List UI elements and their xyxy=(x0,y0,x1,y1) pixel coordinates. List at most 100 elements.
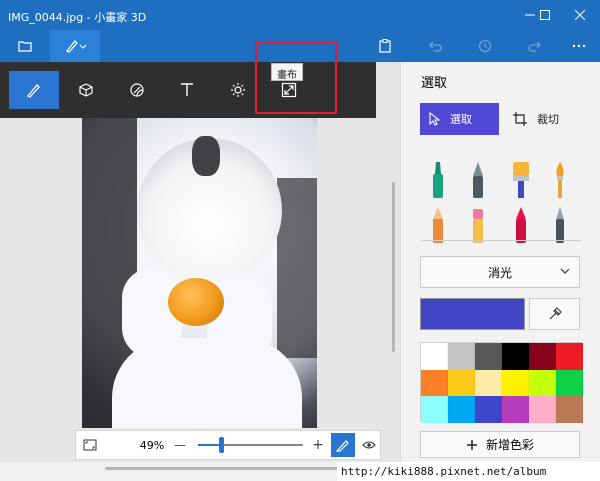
current-color-swatch[interactable] xyxy=(420,298,525,330)
redo-button[interactable] xyxy=(522,30,548,62)
crop-label: 裁切 xyxy=(537,113,559,126)
side-panel: 選取 選取 裁切 消光 新增色彩 xyxy=(400,62,600,481)
zoom-value: 49% xyxy=(139,438,165,452)
brush-icon xyxy=(65,40,86,53)
plus-icon xyxy=(466,439,477,450)
brushes-menu-button[interactable] xyxy=(50,30,100,62)
more-button[interactable] xyxy=(566,30,592,62)
tool-3d-shapes[interactable] xyxy=(61,71,111,109)
maximize-icon xyxy=(540,10,550,20)
eyedropper-icon xyxy=(549,307,562,320)
palette-swatch[interactable] xyxy=(421,396,448,423)
fit-screen-button[interactable] xyxy=(76,431,104,459)
zoom-slider-thumb[interactable] xyxy=(219,437,225,453)
menu-button[interactable] xyxy=(10,30,40,62)
window-title: IMG_0044.jpg - 小畫家 3D xyxy=(8,11,147,24)
palette-swatch[interactable] xyxy=(502,396,529,423)
crop-button[interactable]: 裁切 xyxy=(505,103,584,135)
palette-swatch[interactable] xyxy=(421,343,448,370)
palette-swatch[interactable] xyxy=(475,343,502,370)
crayon-icon xyxy=(516,207,526,243)
palette-swatch[interactable] xyxy=(421,369,448,397)
finish-label: 消光 xyxy=(487,265,512,280)
folder-icon xyxy=(18,41,32,52)
pen-mode-toggle[interactable] xyxy=(331,433,355,457)
undo-button[interactable] xyxy=(422,30,448,62)
watermark-url: http://kiki888.pixnet.net/album xyxy=(337,462,600,481)
palette-swatch[interactable] xyxy=(556,343,583,370)
watercolor-brush[interactable] xyxy=(545,158,575,202)
oil-brush-icon xyxy=(513,162,529,198)
pencil-icon xyxy=(433,207,443,243)
close-icon xyxy=(575,10,585,20)
marker-brush[interactable] xyxy=(423,158,453,202)
color-palette xyxy=(420,342,583,423)
tool-brushes[interactable] xyxy=(9,71,59,109)
palette-swatch[interactable] xyxy=(529,343,556,370)
history-button[interactable] xyxy=(472,30,498,62)
orange-ball xyxy=(168,278,224,326)
cat-body xyxy=(112,338,302,428)
text-icon xyxy=(181,83,193,96)
palette-swatch[interactable] xyxy=(556,369,583,397)
crop-icon xyxy=(513,112,527,126)
photo-background-right xyxy=(277,178,317,358)
fit-screen-icon xyxy=(83,439,97,451)
paste-button[interactable] xyxy=(372,30,398,62)
palette-swatch[interactable] xyxy=(448,343,475,370)
select-label: 選取 xyxy=(450,113,472,126)
tool-text[interactable] xyxy=(162,71,212,109)
pixel-pen-icon xyxy=(556,207,564,243)
brush-icon xyxy=(26,84,40,98)
zoom-bar: 49% — + xyxy=(75,430,381,460)
sun-icon xyxy=(231,83,245,97)
marker-icon xyxy=(433,162,443,198)
zoom-slider[interactable] xyxy=(198,437,303,453)
vertical-scrollbar[interactable] xyxy=(392,182,395,352)
zoom-slider-fill xyxy=(198,444,222,446)
watercolor-icon xyxy=(556,162,564,198)
title-bar: IMG_0044.jpg - 小畫家 3D xyxy=(0,0,600,30)
cube-icon xyxy=(79,83,93,97)
eraser-icon xyxy=(473,209,483,243)
eyedropper-button[interactable] xyxy=(529,298,580,330)
pen-icon xyxy=(336,440,349,452)
oil-brush[interactable] xyxy=(506,158,536,202)
sticker-icon xyxy=(130,83,144,97)
cat-patch xyxy=(192,136,220,176)
history-icon xyxy=(478,39,492,53)
calligraphy-pen-brush[interactable] xyxy=(463,158,493,202)
canvas-image[interactable] xyxy=(82,118,317,428)
zoom-out-button[interactable]: — xyxy=(170,431,190,459)
palette-swatch[interactable] xyxy=(475,396,502,423)
palette-swatch[interactable] xyxy=(529,369,556,397)
brush-separator xyxy=(421,240,581,241)
undo-icon xyxy=(429,41,442,52)
add-color-label: 新增色彩 xyxy=(485,438,534,452)
tool-stickers[interactable] xyxy=(112,71,162,109)
view-3d-button[interactable] xyxy=(358,431,380,459)
panel-title: 選取 xyxy=(421,76,448,91)
select-button[interactable]: 選取 xyxy=(420,103,499,135)
maximize-button[interactable] xyxy=(530,0,560,30)
finish-dropdown[interactable]: 消光 xyxy=(420,256,580,288)
palette-swatch[interactable] xyxy=(502,369,529,397)
paste-icon xyxy=(379,39,391,53)
add-color-button[interactable]: 新增色彩 xyxy=(420,431,580,458)
palette-swatch[interactable] xyxy=(448,369,475,397)
chevron-down-icon xyxy=(560,268,570,274)
eye-icon xyxy=(362,441,376,449)
palette-swatch[interactable] xyxy=(529,396,556,423)
palette-swatch[interactable] xyxy=(502,343,529,370)
zoom-in-button[interactable]: + xyxy=(308,431,328,459)
more-icon xyxy=(572,44,586,48)
horizontal-scrollbar[interactable] xyxy=(105,467,370,470)
palette-swatch[interactable] xyxy=(556,396,583,423)
palette-swatch[interactable] xyxy=(448,396,475,423)
palette-swatch[interactable] xyxy=(475,369,502,397)
cursor-icon xyxy=(429,112,440,126)
highlight-box xyxy=(255,42,337,114)
redo-icon xyxy=(528,41,541,52)
calligraphy-pen-icon xyxy=(473,162,483,198)
close-button[interactable] xyxy=(565,0,595,30)
